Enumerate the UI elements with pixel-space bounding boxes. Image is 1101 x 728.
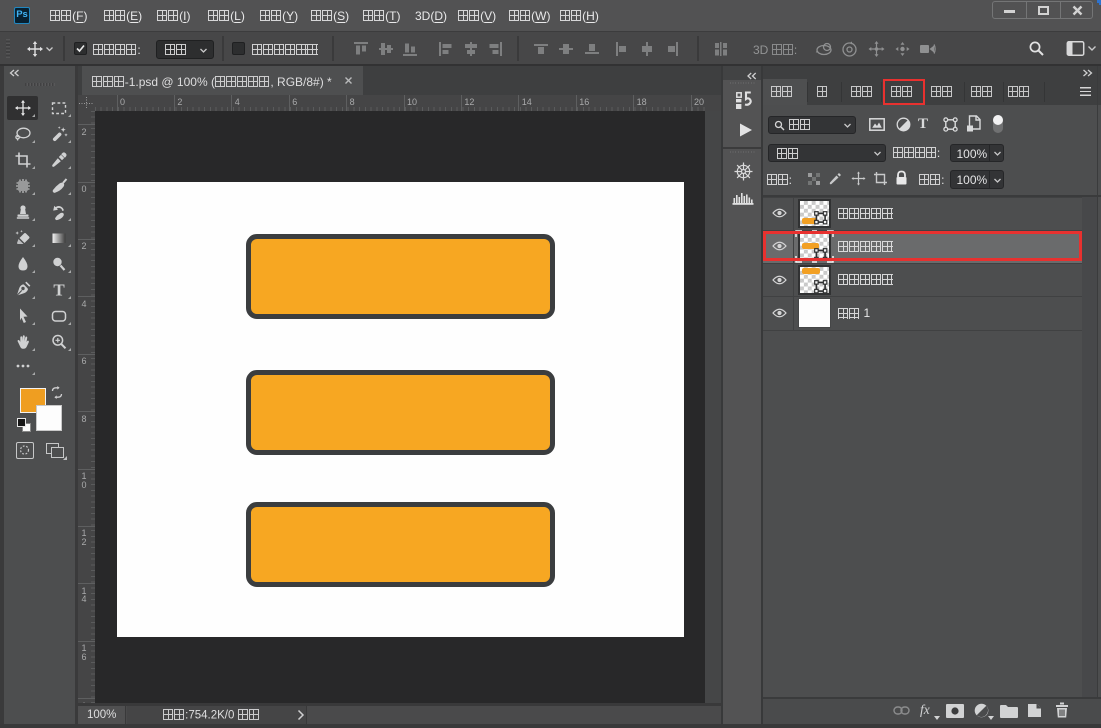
svg-text:T: T <box>53 281 65 299</box>
